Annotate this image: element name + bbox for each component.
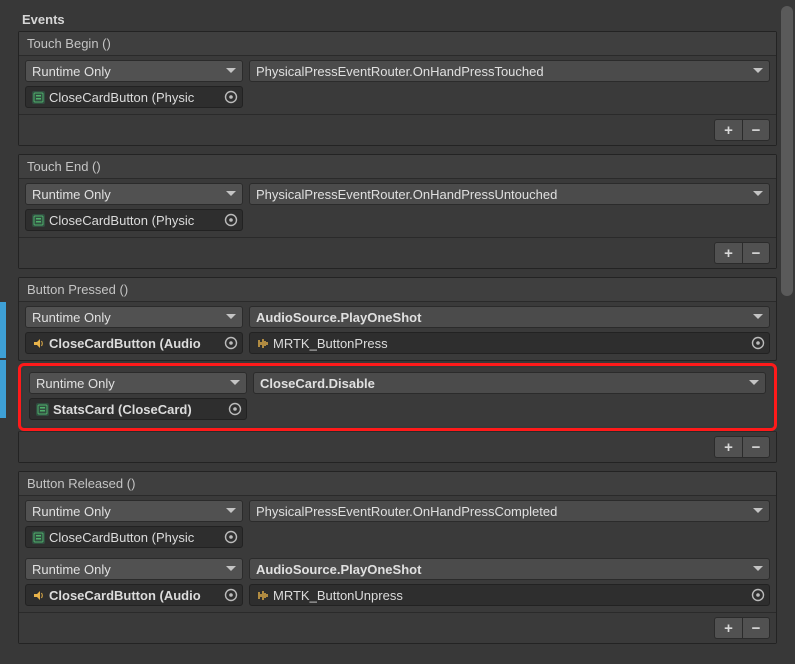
chevron-down-icon <box>753 314 763 320</box>
function-label: AudioSource.PlayOneShot <box>256 562 421 577</box>
object-field[interactable]: CloseCardButton (Audio <box>25 584 243 606</box>
object-field[interactable]: CloseCardButton (Audio <box>25 332 243 354</box>
object-picker-icon[interactable] <box>751 588 765 602</box>
argument-label: MRTK_ButtonUnpress <box>273 588 403 603</box>
object-picker-icon[interactable] <box>224 588 238 602</box>
script-icon <box>32 214 45 227</box>
runtime-mode-label: Runtime Only <box>32 64 111 79</box>
object-label: CloseCardButton (Physic <box>49 213 194 228</box>
chevron-down-icon <box>753 191 763 197</box>
object-picker-icon[interactable] <box>751 336 765 350</box>
add-button[interactable]: + <box>714 436 742 458</box>
function-label: CloseCard.Disable <box>260 376 375 391</box>
event-header: Touch Begin () <box>19 32 776 56</box>
audioclip-icon <box>256 589 269 602</box>
event-button-pressed-footer: + − <box>18 431 777 463</box>
function-label: PhysicalPressEventRouter.OnHandPressComp… <box>256 504 557 519</box>
chevron-down-icon <box>753 566 763 572</box>
object-label: CloseCardButton (Physic <box>49 90 194 105</box>
chevron-down-icon <box>226 191 236 197</box>
remove-button[interactable]: − <box>742 119 770 141</box>
object-picker-icon[interactable] <box>228 402 242 416</box>
object-picker-icon[interactable] <box>224 90 238 104</box>
event-footer: + − <box>19 114 776 145</box>
object-picker-icon[interactable] <box>224 336 238 350</box>
object-label: StatsCard (CloseCard) <box>53 402 192 417</box>
event-header: Button Released () <box>19 472 776 496</box>
event-touch-end: Touch End () Runtime Only PhysicalPressE… <box>18 154 777 269</box>
function-dropdown[interactable]: PhysicalPressEventRouter.OnHandPressUnto… <box>249 183 770 205</box>
object-label: CloseCardButton (Audio <box>49 336 201 351</box>
event-button-pressed-row2: Runtime Only CloseCard.Disable StatsCard… <box>23 368 772 426</box>
runtime-mode-dropdown[interactable]: Runtime Only <box>25 306 243 328</box>
chevron-down-icon <box>226 566 236 572</box>
event-footer: + − <box>19 612 776 643</box>
highlight-annotation: Runtime Only CloseCard.Disable StatsCard… <box>18 363 777 431</box>
script-icon <box>32 91 45 104</box>
events-title: Events <box>18 12 777 27</box>
chevron-down-icon <box>753 508 763 514</box>
object-field[interactable]: CloseCardButton (Physic <box>25 86 243 108</box>
object-field[interactable]: CloseCardButton (Physic <box>25 526 243 548</box>
function-label: AudioSource.PlayOneShot <box>256 310 421 325</box>
object-field[interactable]: CloseCardButton (Physic <box>25 209 243 231</box>
chevron-down-icon <box>226 314 236 320</box>
argument-field[interactable]: MRTK_ButtonUnpress <box>249 584 770 606</box>
runtime-mode-dropdown[interactable]: Runtime Only <box>29 372 247 394</box>
remove-button[interactable]: − <box>742 242 770 264</box>
runtime-mode-label: Runtime Only <box>32 187 111 202</box>
event-header: Button Pressed () <box>19 278 776 302</box>
runtime-mode-label: Runtime Only <box>32 504 111 519</box>
runtime-mode-label: Runtime Only <box>36 376 115 391</box>
function-dropdown[interactable]: PhysicalPressEventRouter.OnHandPressComp… <box>249 500 770 522</box>
runtime-mode-dropdown[interactable]: Runtime Only <box>25 60 243 82</box>
function-dropdown[interactable]: CloseCard.Disable <box>253 372 766 394</box>
script-icon <box>32 531 45 544</box>
function-label: PhysicalPressEventRouter.OnHandPressTouc… <box>256 64 544 79</box>
audio-icon <box>32 337 45 350</box>
function-dropdown[interactable]: AudioSource.PlayOneShot <box>249 306 770 328</box>
runtime-mode-dropdown[interactable]: Runtime Only <box>25 558 243 580</box>
runtime-mode-dropdown[interactable]: Runtime Only <box>25 183 243 205</box>
chevron-down-icon <box>226 508 236 514</box>
chevron-down-icon <box>749 380 759 386</box>
chevron-down-icon <box>753 68 763 74</box>
object-label: CloseCardButton (Physic <box>49 530 194 545</box>
object-label: CloseCardButton (Audio <box>49 588 201 603</box>
function-dropdown[interactable]: AudioSource.PlayOneShot <box>249 558 770 580</box>
audio-icon <box>32 589 45 602</box>
chevron-down-icon <box>226 68 236 74</box>
add-button[interactable]: + <box>714 242 742 264</box>
function-dropdown[interactable]: PhysicalPressEventRouter.OnHandPressTouc… <box>249 60 770 82</box>
object-picker-icon[interactable] <box>224 213 238 227</box>
remove-button[interactable]: − <box>742 617 770 639</box>
argument-label: MRTK_ButtonPress <box>273 336 388 351</box>
remove-button[interactable]: − <box>742 436 770 458</box>
event-footer: + − <box>19 431 776 462</box>
function-label: PhysicalPressEventRouter.OnHandPressUnto… <box>256 187 557 202</box>
audioclip-icon <box>256 337 269 350</box>
runtime-mode-label: Runtime Only <box>32 310 111 325</box>
script-icon <box>36 403 49 416</box>
event-touch-begin: Touch Begin () Runtime Only PhysicalPres… <box>18 31 777 146</box>
event-button-released: Button Released () Runtime Only Physical… <box>18 471 777 644</box>
add-button[interactable]: + <box>714 617 742 639</box>
runtime-mode-dropdown[interactable]: Runtime Only <box>25 500 243 522</box>
event-header: Touch End () <box>19 155 776 179</box>
object-picker-icon[interactable] <box>224 530 238 544</box>
chevron-down-icon <box>230 380 240 386</box>
add-button[interactable]: + <box>714 119 742 141</box>
argument-field[interactable]: MRTK_ButtonPress <box>249 332 770 354</box>
object-field[interactable]: StatsCard (CloseCard) <box>29 398 247 420</box>
event-button-pressed: Button Pressed () Runtime Only AudioSour… <box>18 277 777 361</box>
event-footer: + − <box>19 237 776 268</box>
runtime-mode-label: Runtime Only <box>32 562 111 577</box>
